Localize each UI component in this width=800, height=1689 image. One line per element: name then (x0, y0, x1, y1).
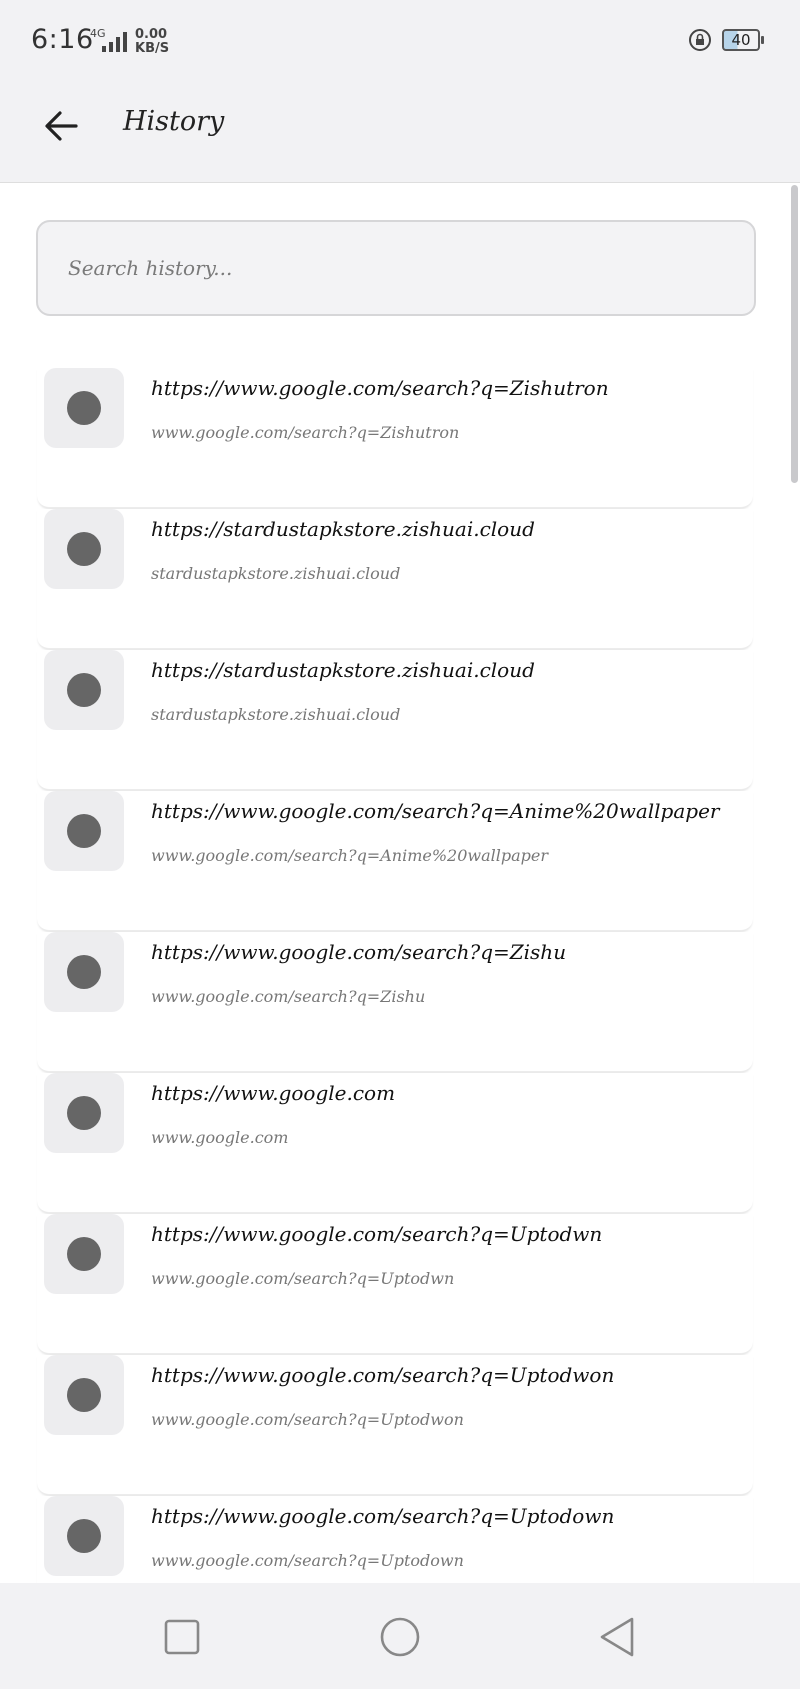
history-display-url: stardustapkstore.zishuai.cloud (151, 564, 401, 583)
history-url: https://stardustapkstore.zishuai.cloud (151, 658, 535, 682)
search-input[interactable] (38, 222, 754, 314)
favicon-placeholder (44, 1355, 124, 1435)
status-bar: 6:16 4G 0.00 KB/S 40 (0, 0, 800, 82)
favicon-placeholder (44, 1073, 124, 1153)
favicon-placeholder (44, 1214, 124, 1294)
speed-unit: KB/S (135, 41, 170, 56)
scrollbar[interactable] (791, 185, 798, 483)
history-item[interactable]: https://stardustapkstore.zishuai.cloud s… (37, 650, 753, 790)
history-item[interactable]: https://www.google.com/search?q=Anime%20… (37, 791, 753, 931)
page-title: History (123, 106, 225, 137)
favicon-placeholder (44, 368, 124, 448)
system-nav-bar (0, 1583, 800, 1689)
history-display-url: www.google.com/search?q=Uptodwon (151, 1410, 464, 1429)
history-url: https://www.google.com/search?q=Uptodown (151, 1504, 615, 1528)
app-bar: History (0, 82, 800, 183)
history-display-url: stardustapkstore.zishuai.cloud (151, 705, 401, 724)
history-display-url: www.google.com (151, 1128, 289, 1147)
history-content: https://www.google.com/search?q=Zishutro… (0, 183, 800, 1583)
search-box (36, 220, 756, 316)
history-url: https://stardustapkstore.zishuai.cloud (151, 517, 535, 541)
globe-placeholder-icon (67, 1237, 101, 1271)
history-display-url: www.google.com/search?q=Uptodwn (151, 1269, 455, 1288)
square-icon[interactable] (160, 1615, 204, 1659)
globe-placeholder-icon (67, 673, 101, 707)
triangle-icon[interactable] (596, 1615, 640, 1659)
globe-placeholder-icon (67, 532, 101, 566)
history-item[interactable]: https://www.google.com/search?q=Uptodown… (37, 1496, 753, 1583)
globe-placeholder-icon (67, 391, 101, 425)
globe-placeholder-icon (67, 955, 101, 989)
globe-placeholder-icon (67, 1096, 101, 1130)
history-item[interactable]: https://www.google.com www.google.com (37, 1073, 753, 1213)
history-item[interactable]: https://www.google.com/search?q=Zishutro… (37, 368, 753, 508)
history-url: https://www.google.com (151, 1081, 396, 1105)
history-url: https://www.google.com/search?q=Zishutro… (151, 376, 609, 400)
history-display-url: www.google.com/search?q=Uptodown (151, 1551, 464, 1570)
favicon-placeholder (44, 650, 124, 730)
network-speed: 0.00 KB/S (135, 28, 169, 56)
favicon-placeholder (44, 509, 124, 589)
favicon-placeholder (44, 1496, 124, 1576)
history-display-url: www.google.com/search?q=Zishutron (151, 423, 460, 442)
battery-tip (761, 36, 764, 44)
history-url: https://www.google.com/search?q=Anime%20… (151, 799, 720, 823)
history-display-url: www.google.com/search?q=Zishu (151, 987, 426, 1006)
history-url: https://www.google.com/search?q=Uptodwon (151, 1363, 615, 1387)
globe-placeholder-icon (67, 1519, 101, 1553)
history-list: https://www.google.com/search?q=Zishutro… (0, 368, 800, 1583)
history-item[interactable]: https://www.google.com/search?q=Uptodwon… (37, 1355, 753, 1495)
globe-placeholder-icon (67, 1378, 101, 1412)
favicon-placeholder (44, 932, 124, 1012)
back-arrow-icon[interactable] (36, 100, 88, 152)
rotation-lock-icon (689, 29, 711, 51)
history-item[interactable]: https://www.google.com/search?q=Uptodwn … (37, 1214, 753, 1354)
history-item[interactable]: https://www.google.com/search?q=Zishu ww… (37, 932, 753, 1072)
history-display-url: www.google.com/search?q=Anime%20wallpape… (151, 846, 548, 865)
history-url: https://www.google.com/search?q=Uptodwn (151, 1222, 603, 1246)
history-item[interactable]: https://stardustapkstore.zishuai.cloud s… (37, 509, 753, 649)
status-time: 6:16 (31, 24, 94, 55)
globe-placeholder-icon (67, 814, 101, 848)
battery-indicator: 40 (722, 29, 760, 51)
history-url: https://www.google.com/search?q=Zishu (151, 940, 567, 964)
circle-icon[interactable] (378, 1615, 422, 1659)
speed-value: 0.00 (135, 27, 168, 42)
favicon-placeholder (44, 791, 124, 871)
signal-icon (102, 32, 127, 52)
